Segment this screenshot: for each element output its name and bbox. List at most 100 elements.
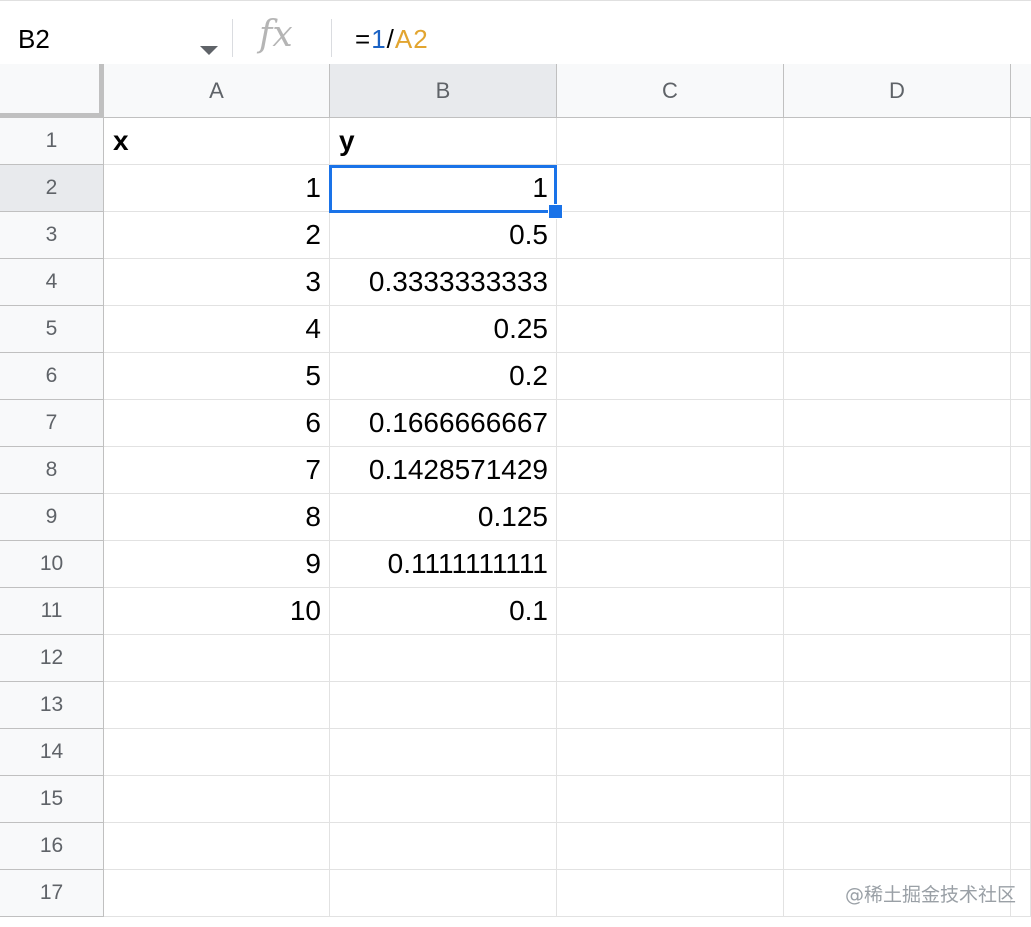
- cell-b16[interactable]: [330, 823, 557, 870]
- row-header-13[interactable]: 13: [0, 682, 104, 729]
- cell-d14[interactable]: [784, 729, 1011, 776]
- cell-d10[interactable]: [784, 541, 1011, 588]
- cell-c4[interactable]: [557, 259, 784, 306]
- cell-c9[interactable]: [557, 494, 784, 541]
- select-all-corner[interactable]: [0, 64, 104, 118]
- cell-b14[interactable]: [330, 729, 557, 776]
- cell-e2[interactable]: [1011, 165, 1031, 212]
- cell-a9[interactable]: 8: [104, 494, 330, 541]
- cell-b3[interactable]: 0.5: [330, 212, 557, 259]
- cell-a12[interactable]: [104, 635, 330, 682]
- row-header-5[interactable]: 5: [0, 306, 104, 353]
- cell-b5[interactable]: 0.25: [330, 306, 557, 353]
- cell-c15[interactable]: [557, 776, 784, 823]
- cell-b2[interactable]: 1: [330, 165, 557, 212]
- cell-c13[interactable]: [557, 682, 784, 729]
- row-header-9[interactable]: 9: [0, 494, 104, 541]
- row-header-2[interactable]: 2: [0, 165, 104, 212]
- cell-e10[interactable]: [1011, 541, 1031, 588]
- cell-b8[interactable]: 0.1428571429: [330, 447, 557, 494]
- cell-b9[interactable]: 0.125: [330, 494, 557, 541]
- cell-d12[interactable]: [784, 635, 1011, 682]
- cell-e6[interactable]: [1011, 353, 1031, 400]
- cell-d13[interactable]: [784, 682, 1011, 729]
- cell-b15[interactable]: [330, 776, 557, 823]
- cell-e8[interactable]: [1011, 447, 1031, 494]
- cell-e16[interactable]: [1011, 823, 1031, 870]
- row-header-15[interactable]: 15: [0, 776, 104, 823]
- row-header-4[interactable]: 4: [0, 259, 104, 306]
- name-box[interactable]: B2: [0, 11, 228, 65]
- cell-e15[interactable]: [1011, 776, 1031, 823]
- row-header-3[interactable]: 3: [0, 212, 104, 259]
- cell-d15[interactable]: [784, 776, 1011, 823]
- column-header-e[interactable]: [1011, 64, 1031, 118]
- cell-a7[interactable]: 6: [104, 400, 330, 447]
- column-header-d[interactable]: D: [784, 64, 1011, 118]
- cell-a14[interactable]: [104, 729, 330, 776]
- cell-c16[interactable]: [557, 823, 784, 870]
- fill-handle[interactable]: [548, 204, 563, 219]
- cell-d3[interactable]: [784, 212, 1011, 259]
- cell-a13[interactable]: [104, 682, 330, 729]
- dropdown-arrow-icon[interactable]: [200, 46, 218, 55]
- cell-e11[interactable]: [1011, 588, 1031, 635]
- cell-d8[interactable]: [784, 447, 1011, 494]
- cell-b4[interactable]: 0.3333333333: [330, 259, 557, 306]
- column-header-c[interactable]: C: [557, 64, 784, 118]
- cell-d11[interactable]: [784, 588, 1011, 635]
- row-header-11[interactable]: 11: [0, 588, 104, 635]
- cell-a3[interactable]: 2: [104, 212, 330, 259]
- row-header-12[interactable]: 12: [0, 635, 104, 682]
- cell-c6[interactable]: [557, 353, 784, 400]
- row-header-14[interactable]: 14: [0, 729, 104, 776]
- cell-c12[interactable]: [557, 635, 784, 682]
- cell-e7[interactable]: [1011, 400, 1031, 447]
- cell-c14[interactable]: [557, 729, 784, 776]
- cell-c10[interactable]: [557, 541, 784, 588]
- cell-b6[interactable]: 0.2: [330, 353, 557, 400]
- cell-d7[interactable]: [784, 400, 1011, 447]
- cell-a17[interactable]: [104, 870, 330, 917]
- cell-a16[interactable]: [104, 823, 330, 870]
- cell-d16[interactable]: [784, 823, 1011, 870]
- row-header-1[interactable]: 1: [0, 118, 104, 165]
- cell-e12[interactable]: [1011, 635, 1031, 682]
- cell-b1[interactable]: y: [330, 118, 557, 165]
- formula-input[interactable]: =1/A2: [355, 24, 429, 55]
- column-header-a[interactable]: A: [104, 64, 330, 118]
- row-header-8[interactable]: 8: [0, 447, 104, 494]
- cell-a8[interactable]: 7: [104, 447, 330, 494]
- cell-c7[interactable]: [557, 400, 784, 447]
- cell-b7[interactable]: 0.1666666667: [330, 400, 557, 447]
- row-header-7[interactable]: 7: [0, 400, 104, 447]
- column-header-b[interactable]: B: [330, 64, 557, 118]
- cell-d1[interactable]: [784, 118, 1011, 165]
- cell-c2[interactable]: [557, 165, 784, 212]
- row-header-16[interactable]: 16: [0, 823, 104, 870]
- cell-a11[interactable]: 10: [104, 588, 330, 635]
- cell-e14[interactable]: [1011, 729, 1031, 776]
- cell-e13[interactable]: [1011, 682, 1031, 729]
- cell-d9[interactable]: [784, 494, 1011, 541]
- cell-d6[interactable]: [784, 353, 1011, 400]
- row-header-10[interactable]: 10: [0, 541, 104, 588]
- cell-c11[interactable]: [557, 588, 784, 635]
- cell-b11[interactable]: 0.1: [330, 588, 557, 635]
- cell-d4[interactable]: [784, 259, 1011, 306]
- row-header-17[interactable]: 17: [0, 870, 104, 917]
- cell-b13[interactable]: [330, 682, 557, 729]
- cell-e9[interactable]: [1011, 494, 1031, 541]
- cell-e5[interactable]: [1011, 306, 1031, 353]
- cell-b12[interactable]: [330, 635, 557, 682]
- cell-a1[interactable]: x: [104, 118, 330, 165]
- cell-a6[interactable]: 5: [104, 353, 330, 400]
- cell-e3[interactable]: [1011, 212, 1031, 259]
- cell-a10[interactable]: 9: [104, 541, 330, 588]
- cell-c8[interactable]: [557, 447, 784, 494]
- cell-c5[interactable]: [557, 306, 784, 353]
- row-header-6[interactable]: 6: [0, 353, 104, 400]
- cell-a5[interactable]: 4: [104, 306, 330, 353]
- cell-a15[interactable]: [104, 776, 330, 823]
- cell-b10[interactable]: 0.1111111111: [330, 541, 557, 588]
